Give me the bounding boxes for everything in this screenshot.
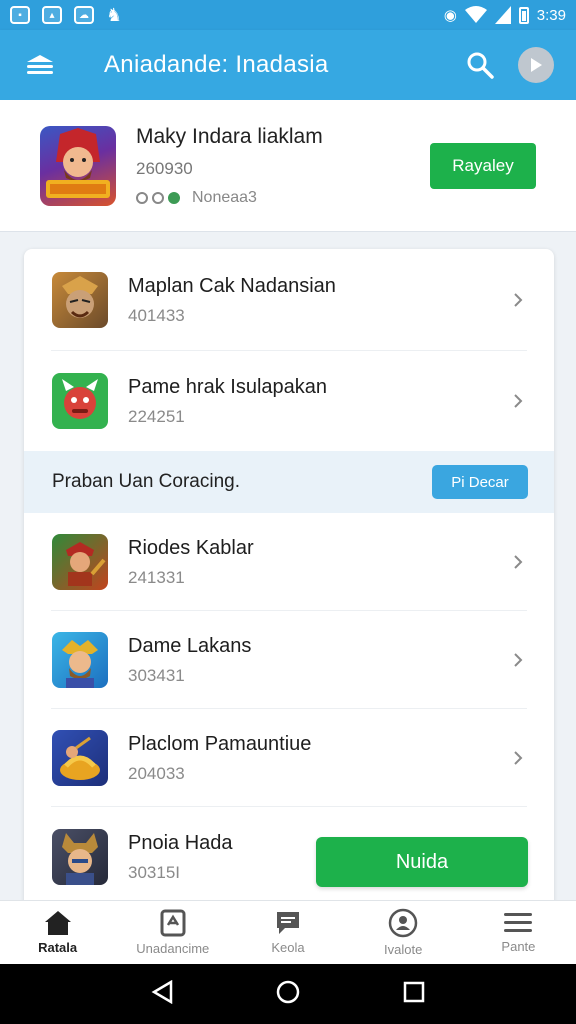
featured-name: Maky Indara liaklam [136,124,323,148]
featured-info: Maky Indara liaklam 260930 Noneaa3 [136,125,430,207]
game-icon [52,730,108,786]
nav-item-home[interactable]: Ratala [0,901,115,964]
list-item-name: Placlom Pamauntiue [128,732,312,755]
nav-label: Pante [501,939,536,954]
featured-meta-text: Noneaa3 [192,188,257,206]
chevron-right-icon [508,391,528,411]
signal-icon [494,6,511,24]
list-item-text: Placlom Pamauntiue 204033 [128,733,508,784]
list-item[interactable]: Maplan Cak Nadansian 401433 [24,249,554,351]
rating-dot-icon [152,191,164,204]
menu-icon [27,55,53,74]
list-item-name: Riodes Kablar [128,536,254,559]
list-item[interactable]: Pame hrak Isulapakan 224251 [24,351,554,451]
menu-button[interactable] [22,47,58,83]
list-item-count: 224251 [128,406,185,426]
wifi-icon [464,6,487,23]
bottom-navigation: Ratala Unadancime Keola Ivalote Pante [0,900,576,964]
verified-icon [168,191,180,204]
system-navigation-bar [0,964,576,1024]
section-action-button[interactable]: Pi Decar [432,465,528,499]
game-notification-icon: ♞ [106,4,123,25]
nav-label: Unadancime [136,941,210,956]
list-item[interactable]: Dame Lakans 303431 [24,611,554,709]
home-button[interactable] [276,980,300,1009]
system-indicators: ◉ 3:39 [444,6,566,24]
clock: 3:39 [536,6,566,24]
list-item-name: Pame hrak Isulapakan [128,375,328,398]
list-item-name: Maplan Cak Nadansian [128,274,336,297]
featured-app[interactable]: Maky Indara liaklam 260930 Noneaa3 Rayal… [0,100,576,232]
cloud-notification-icon: ☁ [74,6,94,24]
game-icon [52,632,108,688]
recents-button[interactable] [403,981,425,1008]
list-item-text: Maplan Cak Nadansian 401433 [128,275,508,326]
status-bar: ▪ ▴ ☁ ♞ ◉ 3:39 [0,0,576,30]
chevron-right-icon [508,290,528,310]
chevron-right-icon [508,552,528,572]
back-button[interactable] [151,979,173,1009]
search-button[interactable] [462,47,498,83]
app-bar: Aniadande: Inadasia [0,30,576,100]
primary-action-button[interactable]: Nuida [316,837,528,887]
list-item[interactable]: Riodes Kablar 241331 [24,513,554,611]
nav-item-store[interactable]: Unadancime [115,901,230,964]
chevron-right-icon [508,748,528,768]
featured-count: 260930 [136,158,193,178]
game-icon [52,272,108,328]
section-header: Praban Uan Coracing. Pi Decar [24,451,554,513]
nav-label: Ratala [38,940,78,955]
list-item-count: 241331 [128,567,185,587]
games-card: Maplan Cak Nadansian 401433 Pame hrak Is… [24,249,554,909]
play-icon [531,58,542,72]
rating-dot-icon [136,191,148,204]
nav-label: Ivalote [384,942,423,957]
nav-item-more[interactable]: Pante [461,901,576,964]
store-icon [160,909,186,937]
list-item-text: Riodes Kablar 241331 [128,537,508,588]
search-icon [467,52,494,79]
nav-item-games[interactable]: Ivalote [346,901,461,964]
app-notification-icon: ▪ [10,6,30,24]
home-icon [44,911,71,935]
location-icon: ◉ [443,7,457,24]
list-item-text: Dame Lakans 303431 [128,635,508,686]
notification-icons: ▪ ▴ ☁ ♞ [10,5,122,26]
circle-home-icon [276,980,300,1003]
gamepad-icon [388,908,418,938]
chevron-right-icon [508,650,528,670]
back-icon [151,979,173,1004]
message-icon [277,912,299,934]
game-icon [52,534,108,590]
nav-label: Keola [271,940,305,955]
list-item-text: Pame hrak Isulapakan 224251 [128,376,508,427]
featured-game-icon [40,125,116,206]
menu-icon [504,913,533,932]
game-icon [52,373,108,429]
section-title: Praban Uan Coracing. [52,471,240,492]
install-button[interactable]: Rayaley [430,142,536,189]
list-item-count: 204033 [128,763,185,783]
list-item-name: Dame Lakans [128,634,252,657]
featured-meta: Noneaa3 [136,189,430,207]
game-icon [52,829,108,885]
nav-item-messages[interactable]: Keola [230,901,345,964]
play-button[interactable] [518,47,554,83]
photo-notification-icon: ▴ [42,6,62,24]
list-item-count: 401433 [128,305,185,325]
list-item-count: 303431 [128,665,185,685]
recents-icon [403,981,424,1002]
list-item[interactable]: Placlom Pamauntiue 204033 [24,709,554,807]
page-title: Aniadande: Inadasia [104,51,329,78]
battery-icon [518,6,529,24]
